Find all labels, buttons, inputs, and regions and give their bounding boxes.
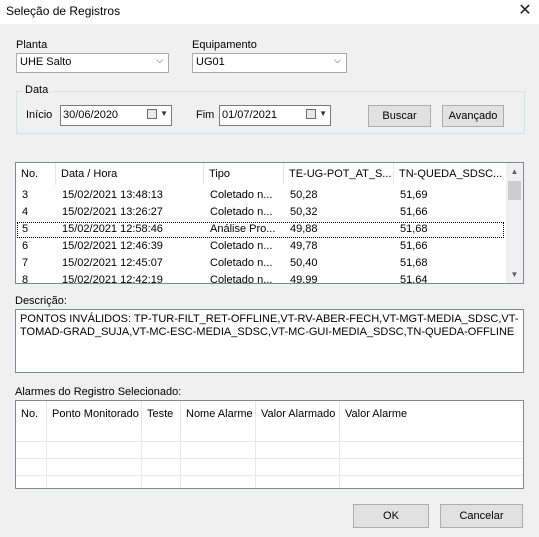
grid-line xyxy=(141,427,142,488)
start-date-picker[interactable]: 30/06/2020 ▼ xyxy=(60,105,172,126)
cell-te-ug-pot: 50,32 xyxy=(290,206,318,218)
col-header-no[interactable]: No. xyxy=(16,163,56,185)
col-header-tn-queda[interactable]: TN-QUEDA_SDSC... xyxy=(394,163,504,185)
col-header-valor-alarme[interactable]: Valor Alarme xyxy=(340,401,523,427)
equipamento-label: Equipamento xyxy=(192,39,257,51)
col-header-valor-alarmado[interactable]: Valor Alarmado xyxy=(256,401,340,427)
col-header-tipo[interactable]: Tipo xyxy=(204,163,284,185)
cell-te-ug-pot: 49,88 xyxy=(290,223,318,235)
cell-datetime: 15/02/2021 13:26:27 xyxy=(62,206,163,218)
grid-line xyxy=(16,458,523,459)
cell-tn-queda: 51,68 xyxy=(400,257,428,269)
grid-line xyxy=(16,441,523,442)
cancel-button[interactable]: Cancelar xyxy=(440,504,523,528)
search-button[interactable]: Buscar xyxy=(368,105,431,127)
chevron-down-icon: ⌵ xyxy=(156,55,163,65)
col-header-no[interactable]: No. xyxy=(16,401,47,427)
cell-no: 6 xyxy=(22,240,29,252)
grid-line xyxy=(339,427,340,488)
cell-tn-queda: 51,66 xyxy=(400,240,428,252)
scrollbar-thumb[interactable] xyxy=(508,181,521,200)
table-row[interactable]: 3 15/02/2021 13:48:13 Coletado n... 50,2… xyxy=(17,188,504,204)
ok-button[interactable]: OK xyxy=(353,504,429,528)
description-label: Descrição: xyxy=(15,295,67,307)
cell-tn-queda: 51,68 xyxy=(400,223,428,235)
cell-tipo: Coletado n... xyxy=(210,274,273,284)
chevron-down-icon[interactable]: ▼ xyxy=(319,109,327,118)
planta-select-value: UHE Salto xyxy=(20,56,72,68)
calendar-icon[interactable] xyxy=(306,109,316,119)
cell-datetime: 15/02/2021 12:58:46 xyxy=(62,223,163,235)
cell-te-ug-pot: 50,28 xyxy=(290,189,318,201)
cell-tipo: Coletado n... xyxy=(210,189,273,201)
cell-te-ug-pot: 49,99 xyxy=(290,274,318,284)
grid-line xyxy=(180,427,181,488)
alarms-label: Alarmes do Registro Selecionado: xyxy=(15,386,182,398)
start-date-label: Início xyxy=(26,109,53,121)
date-group-label: Data xyxy=(22,84,52,96)
close-icon[interactable]: ✕ xyxy=(516,1,534,21)
cell-no: 3 xyxy=(22,189,29,201)
alarms-table: No. Ponto Monitorado Teste Nome Alarme V… xyxy=(15,400,524,489)
equipamento-select-value: UG01 xyxy=(196,56,225,68)
start-date-value: 30/06/2020 xyxy=(63,109,119,121)
table-row[interactable]: 8 15/02/2021 12:42:19 Coletado n... 49,9… xyxy=(17,273,504,284)
table-row[interactable]: 7 15/02/2021 12:45:07 Coletado n... 50,4… xyxy=(17,256,504,272)
end-date-picker[interactable]: 01/07/2021 ▼ xyxy=(219,105,331,126)
grid-line xyxy=(16,475,523,476)
cell-tipo: Coletado n... xyxy=(210,240,273,252)
cell-datetime: 15/02/2021 12:46:39 xyxy=(62,240,163,252)
cell-tn-queda: 51,64 xyxy=(400,274,428,284)
cell-tipo: Coletado n... xyxy=(210,206,273,218)
cell-tn-queda: 51,66 xyxy=(400,206,428,218)
records-scrollbar[interactable]: ▲ ▼ xyxy=(506,163,523,283)
col-header-ponto-monitorado[interactable]: Ponto Monitorado xyxy=(47,401,142,427)
cell-te-ug-pot: 49,78 xyxy=(290,240,318,252)
col-header-nome-alarme[interactable]: Nome Alarme xyxy=(181,401,256,427)
records-table: No. Data / Hora Tipo TE-UG-POT_AT_S... T… xyxy=(15,162,524,284)
window-title: Seleção de Registros xyxy=(6,4,121,18)
table-row[interactable]: 6 15/02/2021 12:46:39 Coletado n... 49,7… xyxy=(17,239,504,255)
cell-no: 5 xyxy=(22,223,29,235)
planta-select[interactable]: UHE Salto ⌵ xyxy=(16,53,169,73)
chevron-down-icon[interactable]: ▼ xyxy=(160,109,168,118)
planta-label: Planta xyxy=(16,39,48,51)
cell-tipo: Coletado n... xyxy=(210,257,273,269)
cell-datetime: 15/02/2021 12:42:19 xyxy=(62,274,163,284)
advanced-button[interactable]: Avançado xyxy=(442,105,504,127)
col-header-te-ug-pot[interactable]: TE-UG-POT_AT_S... xyxy=(284,163,394,185)
end-date-value: 01/07/2021 xyxy=(222,109,278,121)
cell-no: 4 xyxy=(22,206,29,218)
calendar-icon[interactable] xyxy=(147,109,157,119)
table-row[interactable]: 4 15/02/2021 13:26:27 Coletado n... 50,3… xyxy=(17,205,504,221)
cell-tn-queda: 51,69 xyxy=(400,189,428,201)
cell-datetime: 15/02/2021 12:45:07 xyxy=(62,257,163,269)
scroll-down-icon[interactable]: ▼ xyxy=(506,266,523,283)
scroll-up-icon[interactable]: ▲ xyxy=(506,163,523,180)
col-header-teste[interactable]: Teste xyxy=(142,401,181,427)
cell-no: 7 xyxy=(22,257,29,269)
cell-tipo: Análise Pro... xyxy=(210,223,276,235)
cell-datetime: 15/02/2021 13:48:13 xyxy=(62,189,163,201)
grid-line xyxy=(255,427,256,488)
description-textarea[interactable]: PONTOS INVÁLIDOS: TP-TUR-FILT_RET-OFFLIN… xyxy=(15,309,524,373)
grid-line xyxy=(46,427,47,488)
table-row-selected[interactable]: 5 15/02/2021 12:58:46 Análise Pro... 49,… xyxy=(17,222,504,238)
chevron-down-icon: ⌵ xyxy=(334,55,341,65)
end-date-label: Fim xyxy=(196,109,215,121)
col-header-datetime[interactable]: Data / Hora xyxy=(56,163,204,185)
equipamento-select[interactable]: UG01 ⌵ xyxy=(192,53,347,73)
cell-te-ug-pot: 50,40 xyxy=(290,257,318,269)
cell-no: 8 xyxy=(22,274,29,284)
